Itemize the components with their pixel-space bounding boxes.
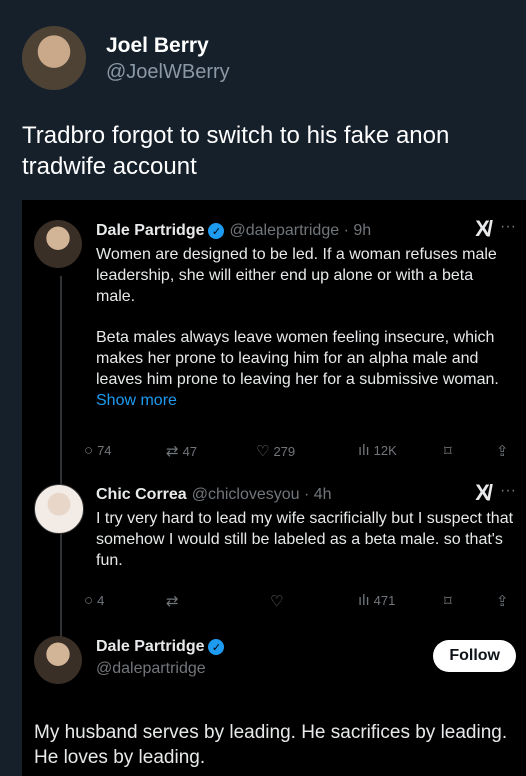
post-text: I try very hard to lead my wife sacrific… <box>96 510 514 569</box>
author-handle[interactable]: @JoelWBerry <box>106 59 230 85</box>
bookmark-button[interactable]: ⌑ <box>444 592 456 610</box>
views-count: 471 <box>373 593 396 608</box>
post-paragraph-2-text: Beta males always leave women feeling in… <box>96 329 499 388</box>
grok-icon[interactable]: X/ <box>475 480 493 506</box>
show-more-link[interactable]: Show more <box>96 392 177 409</box>
share-icon: ⇪ <box>496 443 509 460</box>
author-name[interactable]: Joel Berry <box>106 32 230 59</box>
retweet-button[interactable]: ⇄ 47 <box>166 442 197 460</box>
like-icon: ♡ <box>270 593 284 610</box>
bookmark-icon: ⌑ <box>444 443 452 460</box>
reply-button[interactable]: ○ 4 <box>84 592 104 609</box>
like-icon: ♡ <box>256 443 270 460</box>
post-text: Women are designed to be led. If a woman… <box>96 244 516 411</box>
tweet-text: Tradbro forgot to switch to his fake ano… <box>22 122 450 180</box>
post-handle: @dalepartridge <box>96 660 206 677</box>
more-options-icon[interactable]: ··· <box>500 482 516 500</box>
views-icon: ılı <box>358 592 370 609</box>
reply-icon: ○ <box>84 592 94 609</box>
views-icon: ılı <box>358 442 370 459</box>
avatar[interactable] <box>34 636 82 684</box>
retweet-icon: ⇄ <box>166 443 179 460</box>
like-button[interactable]: ♡ 279 <box>256 442 295 460</box>
more-options-icon[interactable]: ··· <box>500 218 516 236</box>
post-paragraph-2: Beta males always leave women feeling in… <box>96 327 516 411</box>
main-post-text: My husband serves by leading. He sacrifi… <box>34 722 508 768</box>
like-button[interactable]: ♡ <box>270 592 287 610</box>
retweet-icon: ⇄ <box>166 593 179 610</box>
post-author-name[interactable]: Chic Correa <box>96 486 187 504</box>
verified-icon: ✓ <box>208 223 225 239</box>
post-handle-time: @chiclovesyou · 4h <box>191 486 332 503</box>
views-button[interactable]: ılı 12K <box>358 442 397 459</box>
like-count: 279 <box>273 443 296 459</box>
reply-button[interactable]: ○ 74 <box>84 442 112 459</box>
post-author-name[interactable]: Dale Partridge <box>96 222 204 240</box>
share-button[interactable]: ⇪ <box>496 592 513 610</box>
quoted-screenshot: Dale Partridge ✓ @dalepartridge · 9h X/ … <box>22 200 526 776</box>
post-2-actions: ○ 4 ⇄ ♡ ılı 471 ⌑ ⇪ <box>84 592 514 612</box>
post-handle-time: @dalepartridge · 9h <box>229 222 372 239</box>
avatar[interactable] <box>34 220 82 268</box>
thread-connector <box>60 276 62 678</box>
follow-button[interactable]: Follow <box>433 640 516 672</box>
outer-tweet-header: Joel Berry @JoelWBerry <box>22 26 230 90</box>
retweet-button[interactable]: ⇄ <box>166 592 183 610</box>
retweet-count: 47 <box>182 443 198 459</box>
post-author-name[interactable]: Dale Partridge <box>96 638 204 656</box>
avatar[interactable] <box>22 26 86 90</box>
views-count: 12K <box>373 443 397 458</box>
grok-icon[interactable]: X/ <box>475 216 493 242</box>
share-button[interactable]: ⇪ <box>496 442 513 460</box>
post-1-actions: ○ 74 ⇄ 47 ♡ 279 ılı 12K ⌑ ⇪ <box>84 442 514 462</box>
share-icon: ⇪ <box>496 593 509 610</box>
post-paragraph-1: Women are designed to be led. If a woman… <box>96 246 497 305</box>
reply-count: 74 <box>97 443 112 458</box>
avatar[interactable] <box>34 484 84 534</box>
bookmark-button[interactable]: ⌑ <box>444 442 456 460</box>
reply-icon: ○ <box>84 442 94 459</box>
reply-count: 4 <box>97 593 105 608</box>
bookmark-icon: ⌑ <box>444 593 452 610</box>
verified-icon: ✓ <box>208 639 225 655</box>
views-button[interactable]: ılı 471 <box>358 592 395 609</box>
